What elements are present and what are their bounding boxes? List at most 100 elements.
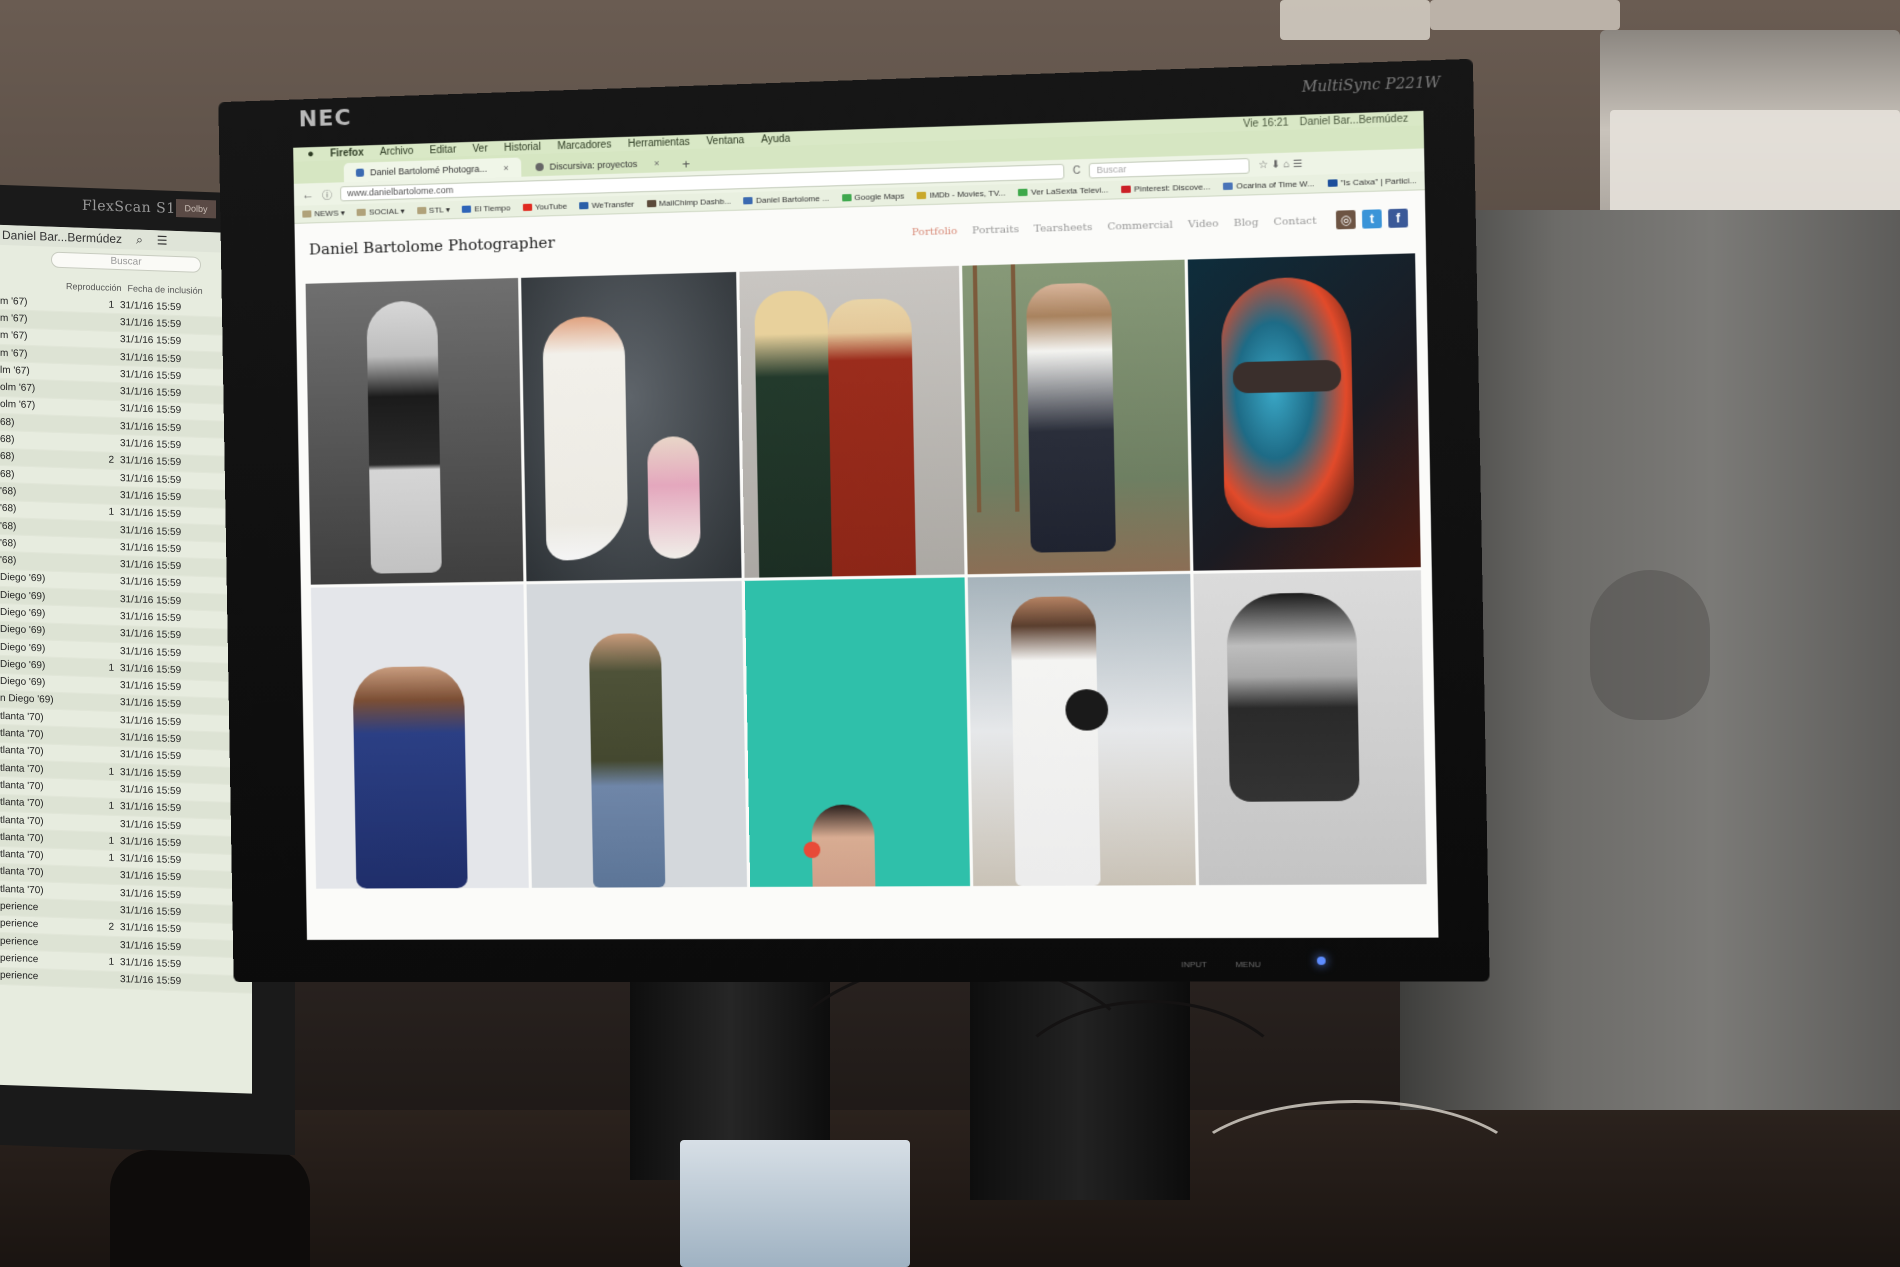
track-date: 31/1/16 15:59 [120, 541, 182, 555]
nec-logo: NEC [298, 105, 352, 133]
portfolio-photo[interactable] [526, 580, 748, 888]
track-date: 31/1/16 15:59 [120, 974, 182, 988]
track-name: 68) [0, 433, 15, 446]
track-date: 31/1/16 15:59 [120, 438, 182, 452]
nav-tearsheets[interactable]: Tearsheets [1034, 221, 1093, 234]
apple-icon[interactable]: ● [307, 148, 314, 160]
track-plays [70, 321, 120, 323]
menu-help[interactable]: Ayuda [761, 133, 791, 145]
track-date: 31/1/16 15:59 [120, 455, 182, 469]
tab-title: Discursiva: proyectos [549, 158, 638, 172]
info-icon[interactable]: ⓘ [322, 186, 332, 201]
track-plays [70, 373, 120, 375]
portfolio-photo[interactable] [520, 271, 742, 582]
instagram-icon[interactable]: ◎ [1335, 210, 1356, 230]
toolbar-icons[interactable]: ☆ ⬇ ⌂ ☰ [1258, 158, 1302, 171]
bookmark-item[interactable]: Ver LaSexta Televi... [1018, 185, 1108, 197]
column-date-added[interactable]: Fecha de inclusión [128, 283, 203, 296]
site-title[interactable]: Daniel Bartolome Photographer [309, 233, 555, 258]
bookmark-label: STL ▾ [428, 205, 450, 215]
bookmark-item[interactable]: El Tiempo [461, 203, 511, 214]
power-led-icon [1316, 956, 1326, 965]
nav-video[interactable]: Video [1188, 218, 1219, 230]
close-icon[interactable]: × [654, 158, 660, 168]
bookmark-item[interactable]: STL ▾ [416, 205, 450, 215]
bookmark-item[interactable]: "Is Caixa" | Partici... [1327, 176, 1417, 188]
track-plays: 2 [108, 454, 114, 467]
menu-bookmarks[interactable]: Marcadores [557, 139, 611, 152]
nav-contact[interactable]: Contact [1273, 215, 1316, 228]
facebook-icon[interactable]: f [1388, 208, 1409, 228]
tab-title: Daniel Bartolomé Photogra... [369, 163, 488, 177]
bookmark-item[interactable]: IMDb - Movies, TV... [916, 188, 1006, 200]
clock[interactable]: Vie 16:21 [1243, 117, 1289, 130]
nav-blog[interactable]: Blog [1234, 217, 1259, 229]
track-plays [70, 494, 120, 496]
bookmark-label: MailChimp Dashb... [658, 196, 732, 208]
menu-history[interactable]: Historial [504, 141, 541, 153]
close-icon[interactable]: × [503, 162, 509, 172]
track-date: 31/1/16 15:59 [120, 368, 182, 383]
track-plays [70, 632, 120, 634]
box [680, 1140, 910, 1267]
bookmark-item[interactable]: SOCIAL ▾ [356, 207, 405, 217]
track-date: 31/1/16 15:59 [120, 559, 182, 573]
monitor-badge: Dolby [176, 198, 216, 219]
portfolio-photo[interactable] [1188, 253, 1421, 571]
portfolio-photo[interactable] [961, 259, 1191, 575]
track-plays: 1 [108, 800, 114, 813]
back-icon[interactable]: ← [302, 187, 314, 201]
portfolio-photo[interactable] [1193, 570, 1427, 886]
bookmark-item[interactable]: Ocarina of Time W... [1223, 179, 1314, 191]
search-input[interactable]: Buscar [51, 251, 201, 273]
portfolio-photo[interactable] [967, 573, 1197, 887]
bookmark-item[interactable]: Pinterest: Discove... [1121, 182, 1210, 194]
track-name: tlanta '70) [0, 762, 44, 776]
portfolio-photo[interactable] [305, 277, 523, 585]
column-plays[interactable]: Reproducción [66, 281, 122, 293]
track-plays [70, 528, 120, 530]
track-name: '68) [0, 520, 17, 532]
portfolio-photo[interactable] [744, 577, 970, 887]
track-plays [70, 892, 120, 894]
bookmark-item[interactable]: Daniel Bartolome ... [743, 194, 829, 206]
menu-edit[interactable]: Editar [430, 144, 457, 156]
track-plays [70, 390, 120, 392]
search-icon[interactable]: ⌕ [136, 232, 143, 247]
menu-view[interactable]: Ver [472, 143, 487, 155]
list-icon[interactable]: ☰ [157, 233, 168, 247]
track-plays [70, 684, 120, 686]
track-date: 31/1/16 15:59 [120, 299, 182, 313]
reload-icon[interactable]: C [1073, 165, 1081, 177]
bookmark-label: Daniel Bartolome ... [755, 193, 830, 206]
track-date: 31/1/16 15:59 [120, 351, 182, 365]
nec-monitor: NEC MultiSync P221W ● Firefox Archivo Ed… [218, 58, 1490, 983]
bookmark-icon [646, 199, 656, 208]
bookmark-item[interactable]: YouTube [522, 202, 567, 212]
bookmark-item[interactable]: Google Maps [841, 191, 904, 202]
menu-window[interactable]: Ventana [706, 135, 744, 147]
twitter-icon[interactable]: t [1361, 209, 1382, 229]
menu-app[interactable]: Firefox [330, 147, 364, 159]
nav-portfolio[interactable]: Portfolio [912, 225, 958, 238]
track-name: tlanta '70) [0, 745, 44, 758]
nav-portraits[interactable]: Portraits [972, 223, 1019, 236]
track-date: 31/1/16 15:59 [120, 593, 182, 607]
track-name: lm '67) [0, 364, 30, 377]
bookmark-label: NEWS ▾ [314, 208, 345, 219]
track-plays [70, 597, 120, 599]
menu-tools[interactable]: Herramientas [628, 136, 690, 149]
search-input[interactable]: Buscar [1088, 157, 1250, 179]
track-name: tlanta '70) [0, 831, 44, 845]
bookmark-item[interactable]: WeTransfer [579, 200, 634, 211]
portfolio-photo[interactable] [310, 584, 529, 889]
portfolio-photo[interactable] [739, 265, 965, 578]
bookmark-item[interactable]: NEWS ▾ [302, 208, 345, 218]
nav-commercial[interactable]: Commercial [1107, 219, 1173, 232]
new-tab-button[interactable]: + [674, 156, 699, 172]
menu-file[interactable]: Archivo [380, 145, 414, 157]
track-date: 31/1/16 15:59 [120, 732, 182, 746]
bookmark-item[interactable]: MailChimp Dashb... [646, 197, 731, 209]
favicon-icon [355, 168, 365, 177]
menu-label: MENU [1235, 959, 1261, 970]
